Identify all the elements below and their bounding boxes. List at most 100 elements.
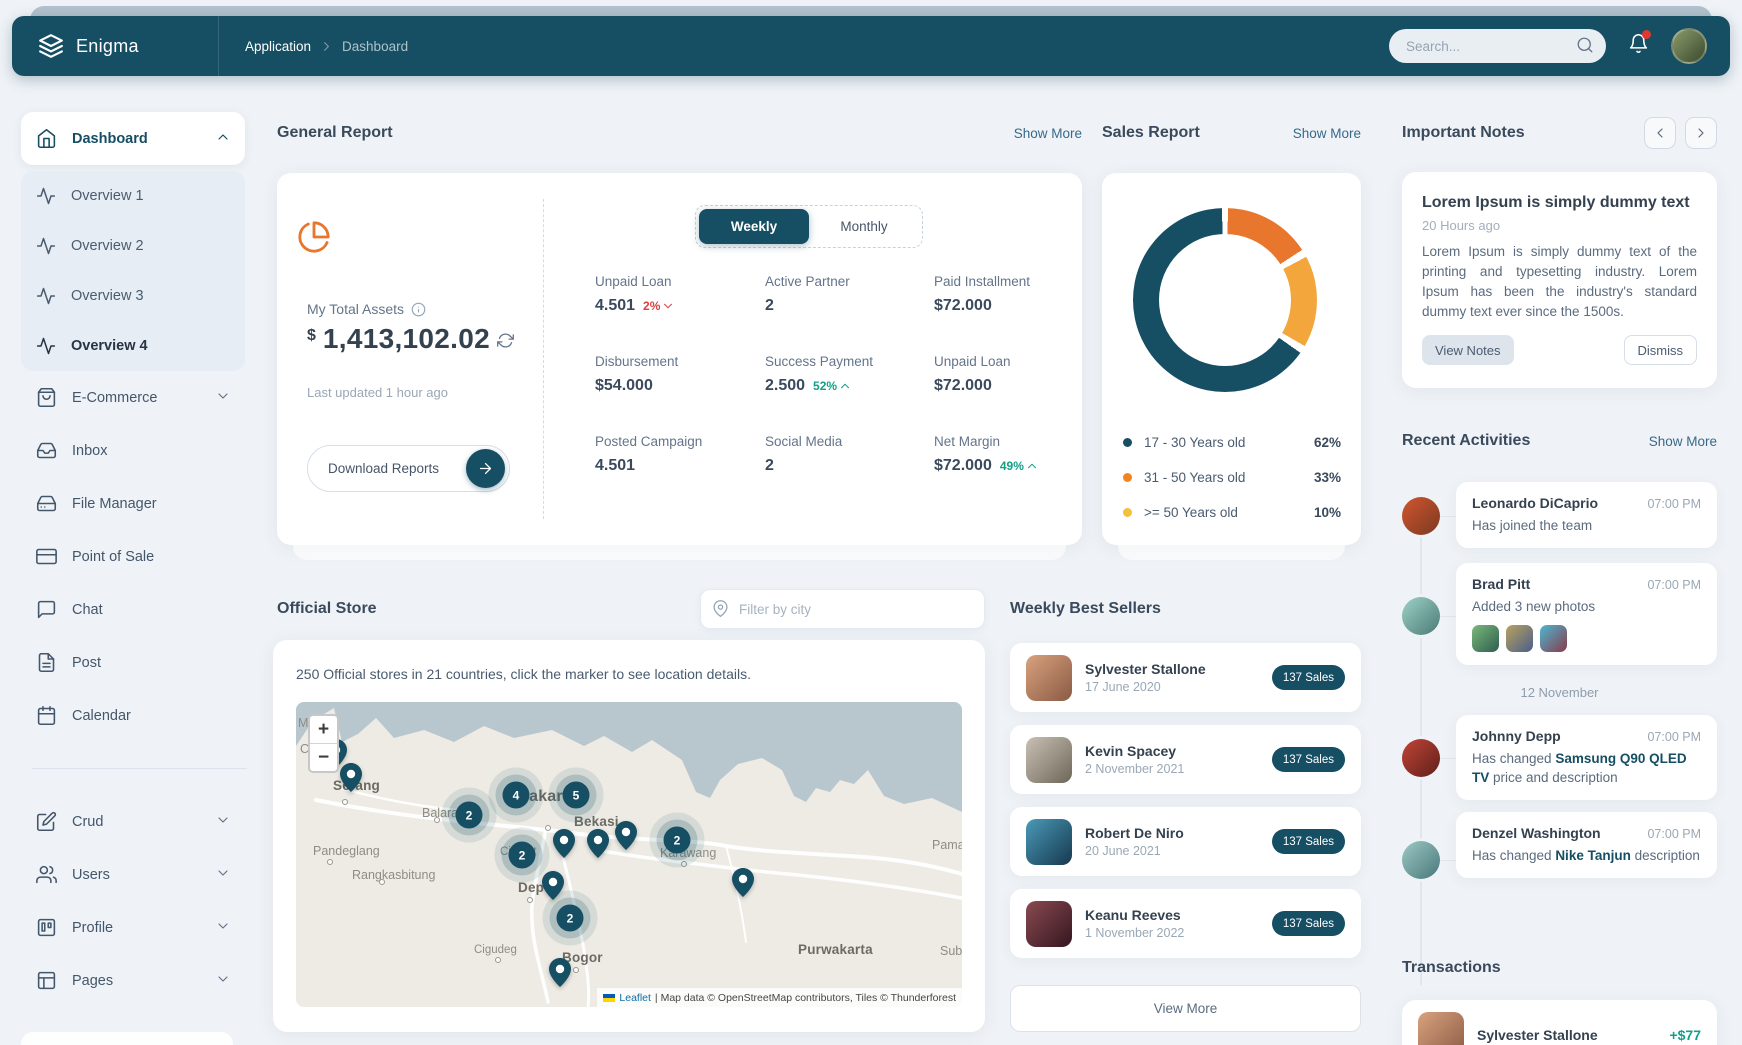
- leaflet-link[interactable]: Leaflet: [619, 992, 651, 1004]
- store-pin-marker[interactable]: [732, 868, 754, 902]
- recent-activities-show-more[interactable]: Show More: [1649, 434, 1717, 449]
- sidebar-item-file-manager[interactable]: File Manager: [21, 477, 245, 530]
- store-map[interactable]: MerakCilegonSerangBalarajaPandeglangRang…: [296, 702, 962, 1007]
- last-updated-text: Last updated 1 hour ago: [307, 385, 448, 400]
- activity-card-leonardo-dicaprio[interactable]: Leonardo DiCaprio 07:00 PM Has joined th…: [1456, 482, 1717, 548]
- town-dot: [527, 897, 533, 903]
- sidebar-item-chat[interactable]: Chat: [21, 583, 245, 636]
- seller-name: Kevin Spacey: [1085, 743, 1184, 759]
- notes-prev-button[interactable]: [1644, 117, 1676, 149]
- seller-avatar: [1026, 737, 1072, 783]
- sidebar-item-crud[interactable]: Crud: [21, 795, 245, 848]
- activity-card-denzel-washington[interactable]: Denzel Washington 07:00 PM Has changed N…: [1456, 812, 1717, 878]
- sidebar-item-dashboard[interactable]: Dashboard: [21, 112, 245, 165]
- general-report-show-more[interactable]: Show More: [1014, 126, 1082, 141]
- sidebar-item-pages[interactable]: Pages: [21, 954, 245, 1007]
- tab-monthly[interactable]: Monthly: [809, 209, 919, 244]
- home-icon: [36, 128, 57, 149]
- app-logo[interactable]: Enigma: [12, 33, 218, 59]
- top-bar: Enigma Application Dashboard: [12, 16, 1730, 76]
- sidebar-item-overview-4[interactable]: Overview 4: [21, 321, 245, 371]
- breadcrumb-current[interactable]: Dashboard: [342, 39, 408, 54]
- note-card: Lorem Ipsum is simply dummy text 20 Hour…: [1402, 172, 1717, 388]
- store-pin-marker[interactable]: [553, 829, 575, 863]
- best-sellers-title: Weekly Best Sellers: [1010, 600, 1161, 618]
- activity-time: 07:00 PM: [1647, 730, 1701, 744]
- store-cluster-marker[interactable]: 4: [503, 782, 530, 809]
- stat-social-media: Social Media 2: [765, 434, 934, 514]
- sidebar-item-inbox[interactable]: Inbox: [21, 424, 245, 477]
- sales-report-card: 17 - 30 Years old 62% 31 - 50 Years old …: [1102, 173, 1361, 545]
- best-seller-row-keanu-reeves[interactable]: Keanu Reeves 1 November 2022 137 Sales: [1010, 889, 1361, 958]
- timeline-connector: [1440, 616, 1456, 617]
- view-more-button[interactable]: View More: [1010, 985, 1361, 1032]
- search-input[interactable]: [1389, 29, 1606, 63]
- activity-card-brad-pitt[interactable]: Brad Pitt 07:00 PM Added 3 new photos: [1456, 563, 1717, 665]
- zoom-in-button[interactable]: +: [310, 716, 337, 743]
- store-pin-marker[interactable]: [542, 871, 564, 905]
- stat-net-margin: Net Margin $72.00049%: [934, 434, 1104, 514]
- legend-row: 17 - 30 Years old 62%: [1123, 425, 1341, 460]
- view-notes-button[interactable]: View Notes: [1422, 335, 1514, 365]
- store-pin-marker[interactable]: [587, 829, 609, 863]
- chevron-up-icon: [215, 129, 231, 145]
- sidebar-item-e-commerce[interactable]: E-Commerce: [21, 371, 245, 424]
- sidebar-item-point-of-sale[interactable]: Point of Sale: [21, 530, 245, 583]
- best-seller-row-kevin-spacey[interactable]: Kevin Spacey 2 November 2021 137 Sales: [1010, 725, 1361, 794]
- age-donut-chart[interactable]: [1133, 208, 1317, 392]
- activity-name: Johnny Depp: [1472, 728, 1561, 744]
- activity-name: Denzel Washington: [1472, 825, 1601, 841]
- map-pin-icon: [712, 600, 729, 617]
- dismiss-button[interactable]: Dismiss: [1624, 335, 1698, 365]
- breadcrumb-item-application[interactable]: Application: [245, 39, 311, 54]
- activity-card-johnny-depp[interactable]: Johnny Depp 07:00 PM Has changed Samsung…: [1456, 715, 1717, 800]
- sidebar-item-overview-3[interactable]: Overview 3: [21, 271, 245, 321]
- store-cluster-marker[interactable]: 5: [563, 782, 590, 809]
- header-actions: [1389, 28, 1730, 64]
- sidebar-item-calendar[interactable]: Calendar: [21, 689, 245, 742]
- sidebar-item-overview-1[interactable]: Overview 1: [21, 171, 245, 221]
- stat-paid-installment: Paid Installment $72.000: [934, 274, 1104, 354]
- store-pin-marker[interactable]: [549, 958, 571, 992]
- photo-thumbnail[interactable]: [1540, 625, 1567, 652]
- store-cluster-marker[interactable]: 2: [456, 802, 483, 829]
- sidebar-item-profile[interactable]: Profile: [21, 901, 245, 954]
- total-assets-value: $ 1,413,102.02: [307, 323, 514, 355]
- activity-body: Added 3 new photos: [1472, 597, 1701, 616]
- photo-thumbnail[interactable]: [1472, 625, 1499, 652]
- best-seller-row-sylvester-stallone[interactable]: Sylvester Stallone 17 June 2020 137 Sale…: [1010, 643, 1361, 712]
- sales-report-show-more[interactable]: Show More: [1293, 126, 1361, 141]
- store-pin-marker[interactable]: [340, 763, 362, 797]
- sidebar-item-overview-2[interactable]: Overview 2: [21, 221, 245, 271]
- calendar-icon: [36, 705, 57, 726]
- zoom-out-button[interactable]: −: [310, 744, 337, 771]
- stat-unpaid-loan: Unpaid Loan 4.5012%: [595, 274, 765, 354]
- store-pin-marker[interactable]: [615, 821, 637, 855]
- filter-by-city-input[interactable]: [700, 589, 985, 629]
- transaction-row[interactable]: Sylvester Stallone +$77: [1402, 1000, 1717, 1045]
- breadcrumb: Application Dashboard: [245, 39, 408, 54]
- info-icon[interactable]: [411, 302, 426, 317]
- notifications-button[interactable]: [1628, 33, 1649, 59]
- sales-badge: 137 Sales: [1272, 911, 1345, 936]
- store-cluster-marker[interactable]: 2: [557, 905, 584, 932]
- activity-body: Has joined the team: [1472, 516, 1701, 535]
- store-count-note: 250 Official stores in 21 countries, cli…: [296, 666, 751, 682]
- sales-report-title: Sales Report: [1102, 124, 1200, 142]
- store-cluster-marker[interactable]: 2: [664, 827, 691, 854]
- tab-weekly[interactable]: Weekly: [699, 209, 809, 244]
- refresh-icon[interactable]: [497, 332, 514, 349]
- store-cluster-marker[interactable]: 2: [509, 842, 536, 869]
- sidebar-item-post[interactable]: Post: [21, 636, 245, 689]
- stat-success-payment: Success Payment 2.50052%: [765, 354, 934, 434]
- sales-badge: 137 Sales: [1272, 747, 1345, 772]
- best-seller-row-robert-de-niro[interactable]: Robert De Niro 20 June 2021 137 Sales: [1010, 807, 1361, 876]
- profile-avatar[interactable]: [1671, 28, 1707, 64]
- activity-icon: [36, 336, 56, 356]
- notes-next-button[interactable]: [1685, 117, 1717, 149]
- sidebar-item-users[interactable]: Users: [21, 848, 245, 901]
- photo-thumbnail[interactable]: [1506, 625, 1533, 652]
- chevron-right-icon: [319, 39, 334, 54]
- period-toggle: WeeklyMonthly: [695, 205, 923, 248]
- download-reports-button[interactable]: Download Reports: [307, 445, 510, 492]
